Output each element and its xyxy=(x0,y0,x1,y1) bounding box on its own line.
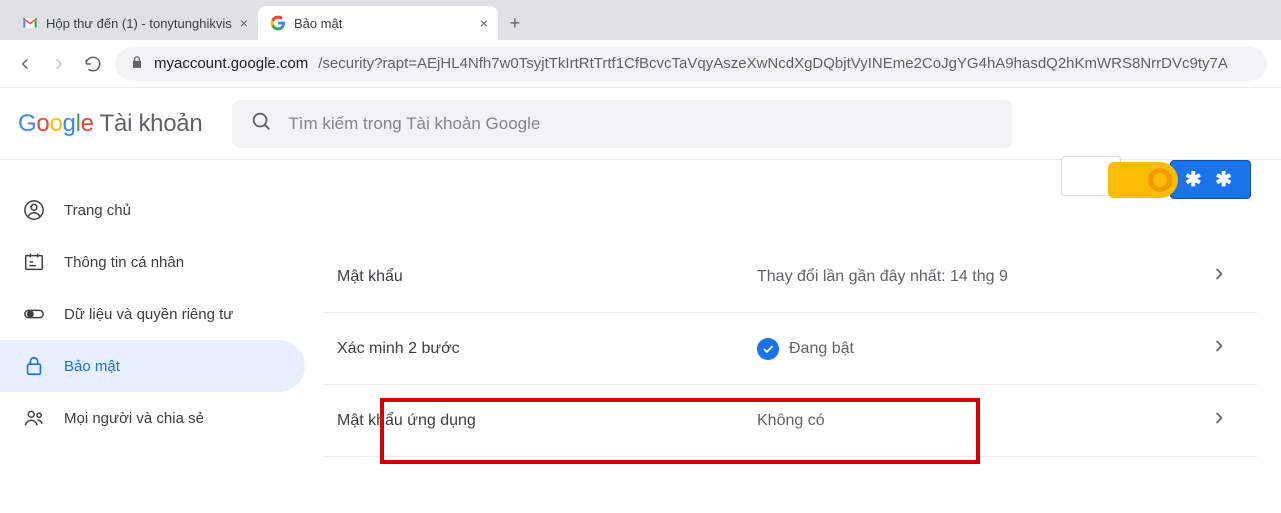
row-password[interactable]: Mật khẩu Thay đổi lần gần đây nhất: 14 t… xyxy=(325,241,1257,313)
page-content: Trang chủ Thông tin cá nhân Dữ liệu và q… xyxy=(0,160,1281,513)
browser-tab-security[interactable]: Bảo mật × xyxy=(258,6,498,40)
tab-title: Bảo mật xyxy=(294,16,472,31)
product-name: Tài khoản xyxy=(100,110,203,138)
sidebar-item-home[interactable]: Trang chủ xyxy=(0,184,305,236)
page-header: Google Tài khoản xyxy=(0,88,1281,160)
browser-tab-strip: Hộp thư đến (1) - tonytunghikvis × Bảo m… xyxy=(0,0,1281,40)
row-label: Mật khẩu xyxy=(337,268,757,286)
chevron-right-icon xyxy=(1209,264,1229,289)
main-panel: ✱ ✱ Mật khẩu Thay đổi lần gần đây nhất: … xyxy=(305,160,1281,513)
chevron-right-icon xyxy=(1209,408,1229,433)
key-icon xyxy=(1108,162,1178,198)
password-mask-icon: ✱ ✱ xyxy=(1170,160,1251,199)
lock-icon xyxy=(130,55,144,73)
row-label: Mật khẩu ứng dụng xyxy=(337,412,757,430)
id-card-icon xyxy=(22,251,46,273)
sidebar-item-label: Bảo mật xyxy=(64,358,120,375)
lock-icon xyxy=(22,355,46,377)
back-button[interactable] xyxy=(14,53,36,75)
reload-button[interactable] xyxy=(82,53,104,75)
row-value-text: Không có xyxy=(757,412,825,430)
sidebar-item-people-sharing[interactable]: Mọi người và chia sẻ xyxy=(0,392,305,444)
toggle-icon xyxy=(22,303,46,325)
google-account-logo[interactable]: Google Tài khoản xyxy=(18,110,202,138)
forward-button[interactable] xyxy=(48,53,70,75)
password-illustration: ✱ ✱ xyxy=(1108,160,1251,199)
chevron-right-icon xyxy=(1209,336,1229,361)
new-tab-button[interactable]: + xyxy=(498,6,532,40)
row-two-step-verification[interactable]: Xác minh 2 bước Đang bật xyxy=(325,313,1257,385)
browser-tab-gmail[interactable]: Hộp thư đến (1) - tonytunghikvis × xyxy=(10,6,258,40)
sidebar-item-label: Trang chủ xyxy=(64,202,131,219)
search-icon xyxy=(250,110,272,137)
close-icon[interactable]: × xyxy=(480,15,488,31)
row-value: Thay đổi lần gần đây nhất: 14 thg 9 xyxy=(757,268,1209,286)
row-value: Không có xyxy=(757,412,1209,430)
search-input[interactable] xyxy=(288,114,994,134)
row-app-passwords[interactable]: Mật khẩu ứng dụng Không có xyxy=(325,385,1257,457)
signin-methods-card: Mật khẩu Thay đổi lần gần đây nhất: 14 t… xyxy=(325,240,1257,457)
tab-title: Hộp thư đến (1) - tonytunghikvis xyxy=(46,16,232,31)
url-path: /security?rapt=AEjHL4Nfh7w0TsyjtTkIrtRtT… xyxy=(318,55,1228,72)
user-circle-icon xyxy=(22,199,46,221)
sidebar-item-label: Mọi người và chia sẻ xyxy=(64,410,204,427)
url-field[interactable]: myaccount.google.com/security?rapt=AEjHL… xyxy=(116,47,1267,81)
browser-address-bar: myaccount.google.com/security?rapt=AEjHL… xyxy=(0,40,1281,88)
close-icon[interactable]: × xyxy=(240,15,248,31)
people-icon xyxy=(22,407,46,429)
account-search[interactable] xyxy=(232,100,1012,148)
url-host: myaccount.google.com xyxy=(154,55,308,72)
row-value: Đang bật xyxy=(757,338,1209,360)
gmail-favicon-icon xyxy=(22,17,38,29)
google-favicon-icon xyxy=(270,15,286,31)
row-label: Xác minh 2 bước xyxy=(337,340,757,358)
sidebar-item-label: Dữ liệu và quyền riêng tư xyxy=(64,306,233,323)
sidebar-nav: Trang chủ Thông tin cá nhân Dữ liệu và q… xyxy=(0,160,305,513)
row-value-text: Thay đổi lần gần đây nhất: 14 thg 9 xyxy=(757,268,1008,286)
sidebar-item-personal-info[interactable]: Thông tin cá nhân xyxy=(0,236,305,288)
sidebar-item-label: Thông tin cá nhân xyxy=(64,254,184,271)
check-circle-icon xyxy=(757,338,779,360)
google-wordmark-icon: Google xyxy=(18,110,94,138)
sidebar-item-security[interactable]: Bảo mật xyxy=(0,340,305,392)
row-value-text: Đang bật xyxy=(789,340,854,358)
sidebar-item-data-privacy[interactable]: Dữ liệu và quyền riêng tư xyxy=(0,288,305,340)
